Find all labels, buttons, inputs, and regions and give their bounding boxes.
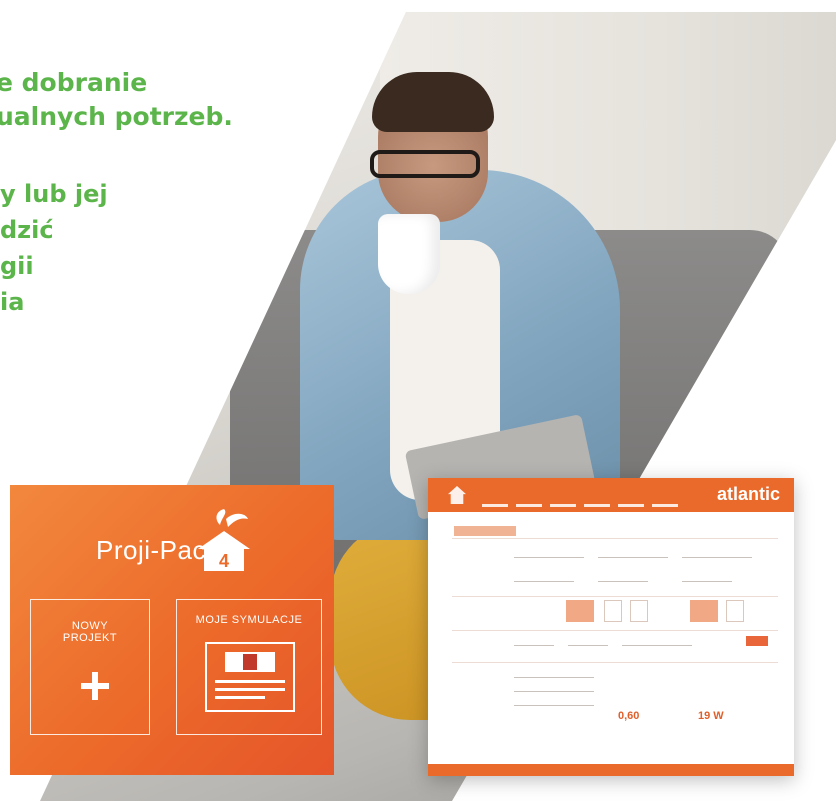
app-topbar: atlantic — [428, 478, 794, 512]
my-simulations-label: MOJE SYMULACJE — [195, 614, 303, 626]
plus-icon — [81, 672, 109, 700]
my-simulations-tile[interactable]: MOJE SYMULACJE — [176, 599, 322, 735]
app-field — [514, 698, 594, 706]
photo-hair — [372, 72, 494, 132]
app-screenshot: atlantic 0,60 19 W — [428, 478, 794, 776]
document-icon — [205, 642, 295, 712]
app-section — [452, 630, 778, 659]
body-line-4: ia — [0, 288, 25, 316]
body-line-1: y lub jej — [0, 180, 108, 208]
app-field — [682, 574, 732, 582]
option-box — [630, 600, 648, 622]
photo-cup — [378, 214, 440, 294]
app-field — [514, 684, 594, 692]
app-section-tag — [454, 526, 516, 536]
body-text: y lub jej dzić gii ia — [0, 180, 108, 324]
app-field — [514, 550, 584, 558]
result-value: 0,60 — [618, 710, 640, 722]
app-field — [598, 574, 648, 582]
headline-line-1: e dobranie — [0, 68, 148, 97]
proji-pac-card: Proji-Pac 4 NOWY PROJEKT MOJE SYMULACJE — [10, 485, 334, 775]
app-field — [514, 574, 574, 582]
app-field — [598, 550, 668, 558]
app-section — [452, 662, 778, 691]
new-project-tile[interactable]: NOWY PROJEKT — [30, 599, 150, 735]
app-field — [568, 638, 608, 646]
new-project-label: NOWY PROJEKT — [62, 620, 118, 644]
proji-pac-logo-text: Proji-Pac — [96, 535, 206, 565]
app-menu — [482, 492, 686, 507]
app-field — [682, 550, 752, 558]
app-button — [746, 636, 768, 646]
headline-line-2: ualnych potrzeb. — [0, 102, 233, 131]
body-line-2: dzić — [0, 216, 54, 244]
app-footer — [428, 764, 794, 776]
option-box — [566, 600, 594, 622]
option-box — [690, 600, 718, 622]
photo-glasses — [370, 150, 480, 178]
app-field — [622, 638, 692, 646]
atlantic-logo: atlantic — [716, 484, 780, 504]
result-value: 19 W — [698, 710, 724, 722]
house-leaf-icon: 4 — [198, 509, 250, 571]
home-icon — [448, 486, 466, 504]
app-field — [514, 670, 594, 678]
app-field — [514, 638, 554, 646]
option-box — [726, 600, 744, 622]
badge-number: 4 — [219, 551, 229, 571]
body-line-3: gii — [0, 252, 34, 280]
option-box — [604, 600, 622, 622]
